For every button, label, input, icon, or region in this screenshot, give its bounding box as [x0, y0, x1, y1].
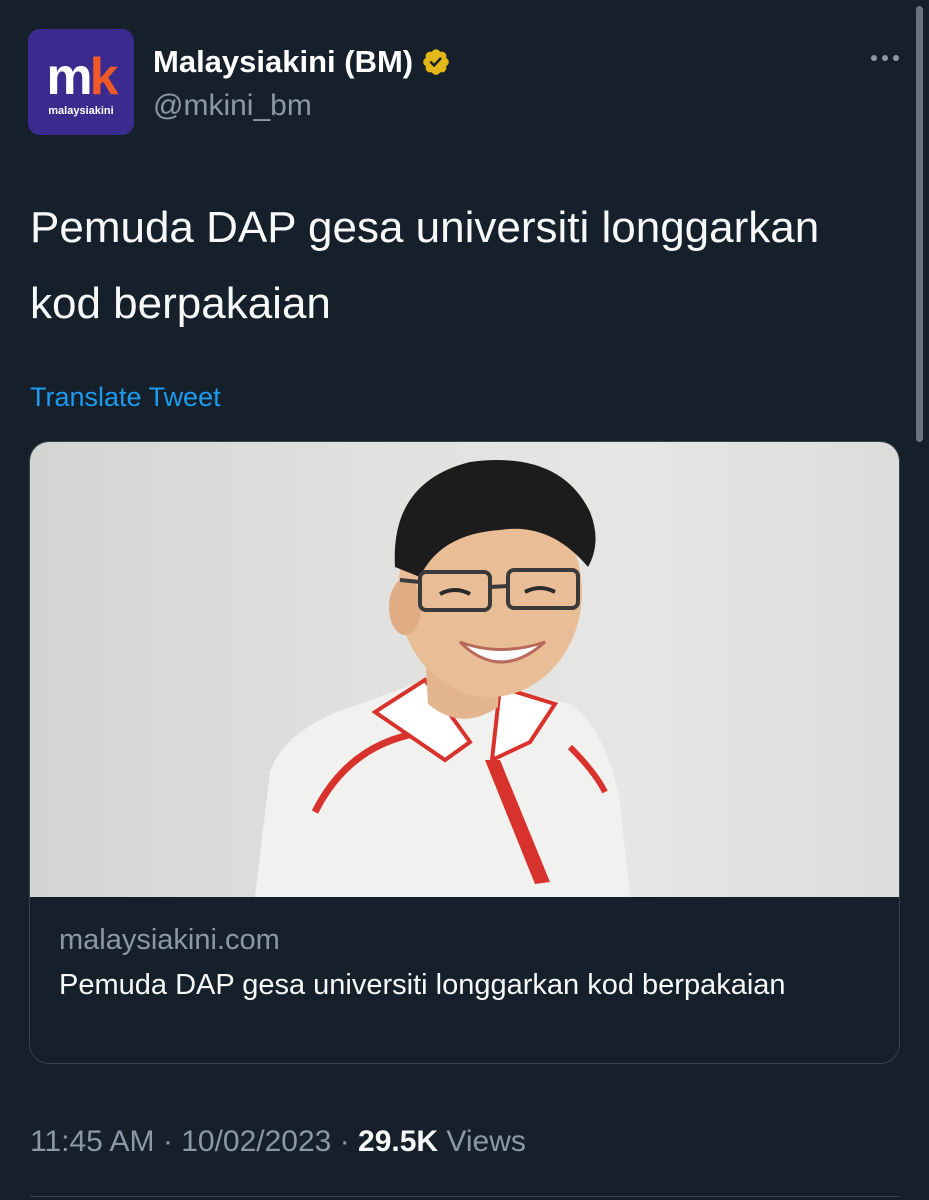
- display-name[interactable]: Malaysiakini (BM): [153, 43, 413, 81]
- tweet-time[interactable]: 11:45 AM: [30, 1125, 155, 1158]
- link-preview-card[interactable]: malaysiakini.com Pemuda DAP gesa univers…: [29, 441, 900, 1064]
- translate-tweet-link[interactable]: Translate Tweet: [30, 380, 221, 414]
- avatar-logo: mk: [46, 48, 118, 106]
- avatar-logo-wordmark: malaysiakini: [48, 105, 114, 117]
- card-domain: malaysiakini.com: [59, 924, 280, 956]
- meta-separator: ·: [154, 1125, 182, 1158]
- meta-separator: ·: [331, 1125, 359, 1158]
- views-count[interactable]: 29.5K: [358, 1125, 438, 1158]
- person-photo-icon: [255, 460, 630, 897]
- more-options-icon[interactable]: [871, 55, 899, 61]
- tweet-text: Pemuda DAP gesa universiti longgarkan ko…: [30, 203, 820, 328]
- tweet-detail-page: mk malaysiakini Malaysiakini (BM) @mkini…: [0, 0, 929, 1200]
- tweet-date[interactable]: 10/02/2023: [181, 1125, 331, 1158]
- tweet-meta: 11:45 AM · 10/02/2023 · 29.5K Views: [30, 1122, 526, 1162]
- avatar[interactable]: mk malaysiakini: [28, 29, 134, 135]
- scrollbar[interactable]: [916, 6, 923, 442]
- views-label: Views: [438, 1125, 526, 1158]
- author-name-row[interactable]: Malaysiakini (BM): [153, 43, 451, 81]
- author-handle[interactable]: @mkini_bm: [153, 88, 312, 124]
- card-title: Pemuda DAP gesa universiti longgarkan ko…: [59, 969, 786, 1001]
- divider: [30, 1196, 899, 1197]
- verified-badge-icon: [423, 49, 449, 75]
- card-image[interactable]: [30, 442, 899, 897]
